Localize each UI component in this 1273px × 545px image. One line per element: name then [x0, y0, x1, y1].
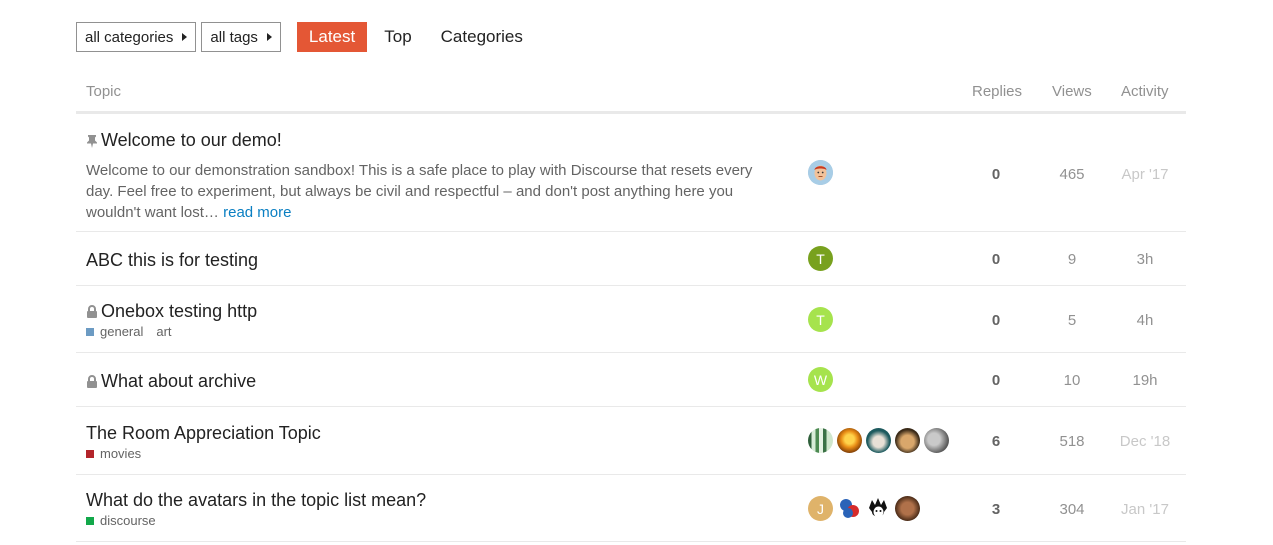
topic-badges: movies: [86, 446, 141, 461]
pin-icon: [86, 134, 98, 148]
topic-title: The Room Appreciation Topic: [86, 423, 321, 443]
views-count: 9: [1067, 251, 1077, 268]
topic-row: What about archive W 0 10 19h: [76, 353, 1186, 407]
views-count: 10: [1063, 372, 1081, 389]
topic-title-link[interactable]: What do the avatars in the topic list me…: [86, 490, 426, 511]
posters: J: [808, 496, 924, 521]
topic-badges: discourse: [86, 513, 156, 528]
categories-dropdown-label: all categories: [85, 28, 174, 46]
topic-title-link[interactable]: ABC this is for testing: [86, 250, 258, 271]
column-replies[interactable]: Replies: [972, 83, 1022, 100]
topic-list-header: Topic Replies Views Activity: [76, 78, 1186, 114]
tab-latest[interactable]: Latest: [296, 22, 368, 52]
topic-row: Onebox testing http general art T 0 5 4h: [76, 286, 1186, 353]
category-badge[interactable]: movies: [100, 446, 141, 461]
replies-count: 0: [991, 372, 1001, 389]
posters: [808, 160, 837, 185]
activity-date[interactable]: Jan '17: [1115, 501, 1175, 518]
posters: W: [808, 367, 837, 392]
replies-count: 0: [991, 166, 1001, 183]
activity-date[interactable]: 3h: [1115, 251, 1175, 268]
category-color-square: [86, 327, 94, 336]
topic-row: What do the avatars in the topic list me…: [76, 475, 1186, 542]
topic-title-link[interactable]: Welcome to our demo!: [86, 130, 282, 151]
avatar[interactable]: [895, 496, 920, 521]
column-topic[interactable]: Topic: [86, 83, 121, 100]
replies-count: 0: [991, 251, 1001, 268]
caret-right-icon: [266, 33, 272, 41]
views-count: 304: [1059, 501, 1085, 518]
category-badge[interactable]: general: [100, 324, 143, 339]
activity-date[interactable]: 19h: [1115, 372, 1175, 389]
avatar[interactable]: [808, 160, 833, 185]
topic-title: What about archive: [101, 371, 257, 391]
avatar[interactable]: [837, 428, 862, 453]
views-count: 465: [1059, 166, 1085, 183]
avatar[interactable]: W: [808, 367, 833, 392]
read-more-link[interactable]: read more: [223, 204, 291, 221]
tags-dropdown-label: all tags: [210, 28, 258, 46]
topic-row: Welcome to our demo! Welcome to our demo…: [76, 115, 1186, 232]
tag-link[interactable]: art: [156, 324, 171, 339]
topic-title: Welcome to our demo!: [101, 130, 282, 150]
activity-date[interactable]: Dec '18: [1115, 433, 1175, 450]
avatar[interactable]: [866, 428, 891, 453]
replies-count: 0: [991, 312, 1001, 329]
avatar[interactable]: [837, 496, 862, 521]
topic-title-link[interactable]: Onebox testing http: [86, 301, 257, 322]
views-count: 518: [1059, 433, 1085, 450]
topic-excerpt: Welcome to our demonstration sandbox! Th…: [86, 160, 766, 223]
posters: T: [808, 246, 837, 271]
activity-date[interactable]: Apr '17: [1115, 166, 1175, 183]
avatar[interactable]: [924, 428, 949, 453]
column-activity[interactable]: Activity: [1121, 83, 1169, 100]
posters: [808, 428, 953, 453]
avatar[interactable]: J: [808, 496, 833, 521]
avatar[interactable]: [808, 428, 833, 453]
topic-title: ABC this is for testing: [86, 250, 259, 270]
avatar[interactable]: T: [808, 246, 833, 271]
avatar[interactable]: T: [808, 307, 833, 332]
topic-badges: general art: [86, 324, 172, 339]
topic-row: The Room Appreciation Topic movies 6 518…: [76, 407, 1186, 475]
navigation-bar: all categories all tags Latest Top Categ…: [76, 22, 535, 52]
lock-icon: [86, 305, 98, 318]
categories-dropdown[interactable]: all categories: [76, 22, 197, 52]
topic-title-link[interactable]: What about archive: [86, 371, 256, 392]
lock-icon: [86, 375, 98, 388]
tab-top[interactable]: Top: [372, 22, 423, 52]
avatar[interactable]: [895, 428, 920, 453]
topic-title-link[interactable]: The Room Appreciation Topic: [86, 423, 321, 444]
tab-categories[interactable]: Categories: [429, 22, 535, 52]
posters: T: [808, 307, 837, 332]
topic-title: What do the avatars in the topic list me…: [86, 490, 427, 510]
excerpt-text: Welcome to our demonstration sandbox! Th…: [86, 162, 753, 221]
tags-dropdown[interactable]: all tags: [201, 22, 281, 52]
avatar[interactable]: [866, 496, 891, 521]
views-count: 5: [1067, 312, 1077, 329]
column-views[interactable]: Views: [1052, 83, 1092, 100]
topic-title: Onebox testing http: [101, 301, 258, 321]
category-badge[interactable]: discourse: [100, 513, 156, 528]
category-color-square: [86, 516, 94, 525]
caret-right-icon: [182, 33, 188, 41]
replies-count: 3: [991, 501, 1001, 518]
activity-date[interactable]: 4h: [1115, 312, 1175, 329]
topic-row: ABC this is for testing T 0 9 3h: [76, 232, 1186, 286]
replies-count: 6: [991, 433, 1001, 450]
category-color-square: [86, 449, 94, 458]
